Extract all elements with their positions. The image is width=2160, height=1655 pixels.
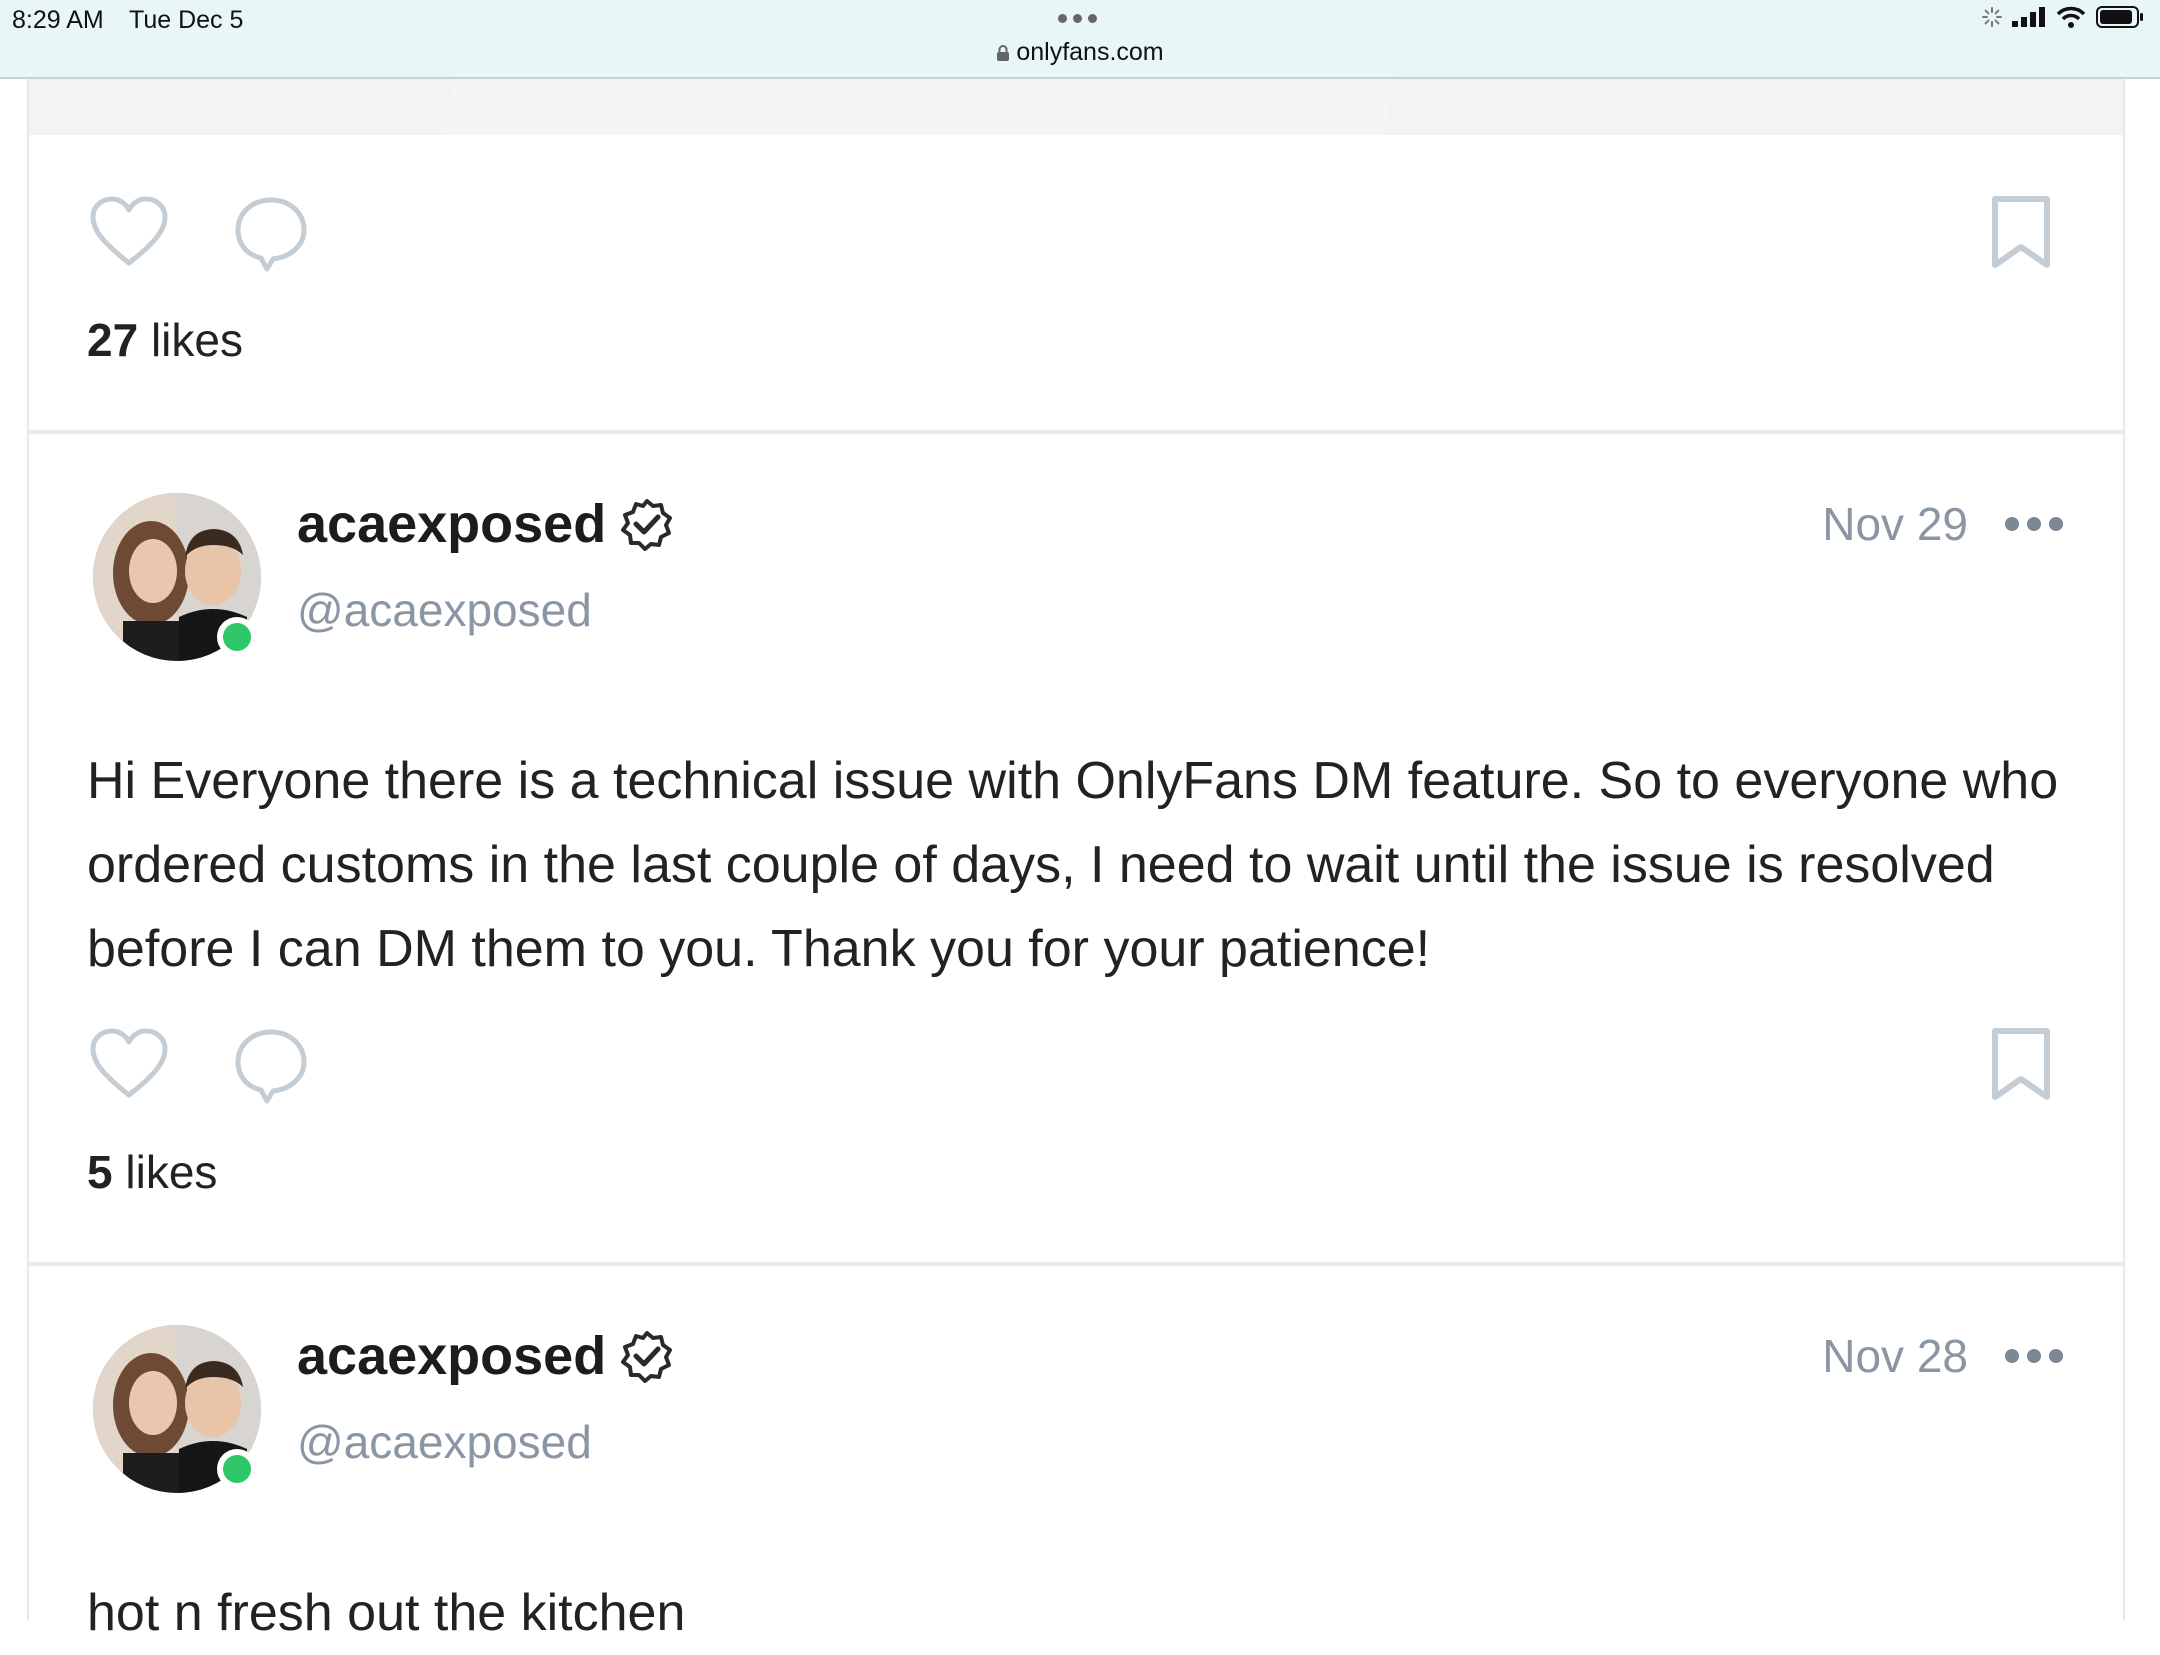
post-text: hot n fresh out the kitchen <box>87 1584 686 1642</box>
display-name-row[interactable]: acaexposed <box>297 1325 674 1387</box>
post-header: acaexposed @acaexposed Nov 28 <box>29 1325 2123 1505</box>
lock-icon <box>996 40 1010 69</box>
post-media[interactable] <box>29 79 2123 135</box>
status-indicators <box>1982 6 2144 28</box>
status-time: 8:29 AM <box>12 6 104 34</box>
post-header: acaexposed @acaexposed Nov 29 <box>29 493 2123 673</box>
likes-count[interactable]: 27 likes <box>87 313 243 367</box>
url-text: onlyfans.com <box>1016 38 1164 66</box>
likes-number: 27 <box>87 314 139 366</box>
post-divider <box>29 430 2123 434</box>
tab-overview-dots-icon[interactable] <box>1058 14 1097 23</box>
activity-spinner-icon <box>1982 7 2002 27</box>
feed: 27 likes acaexposed @acaexposed Nov 29 H… <box>27 79 2125 1642</box>
likes-label: likes <box>150 314 243 366</box>
post-date[interactable]: Nov 28 <box>1822 1329 1968 1383</box>
status-date: Tue Dec 5 <box>129 6 244 34</box>
display-name[interactable]: acaexposed <box>297 1325 606 1387</box>
speech-bubble-icon[interactable] <box>233 1027 309 1105</box>
heart-outline-icon[interactable] <box>89 195 169 271</box>
heart-outline-icon[interactable] <box>89 1027 169 1103</box>
post-text: Hi Everyone there is a technical issue w… <box>87 752 2059 978</box>
user-handle[interactable]: @acaexposed <box>297 1415 592 1469</box>
browser-status-bar: 8:29 AM Tue Dec 5 onlyfans.com <box>0 0 2160 79</box>
speech-bubble-icon[interactable] <box>233 195 309 273</box>
online-status-dot <box>217 1449 257 1489</box>
verified-badge-icon <box>621 1331 673 1383</box>
post-divider <box>29 1262 2123 1266</box>
more-options-icon[interactable] <box>2005 1349 2063 1363</box>
verified-badge-icon <box>621 499 673 551</box>
likes-count[interactable]: 5 likes <box>87 1145 217 1199</box>
likes-label: likes <box>125 1146 218 1198</box>
likes-number: 5 <box>87 1146 113 1198</box>
user-handle[interactable]: @acaexposed <box>297 583 592 637</box>
display-name-row[interactable]: acaexposed <box>297 493 674 555</box>
wifi-icon <box>2056 6 2086 28</box>
address-bar[interactable]: onlyfans.com <box>0 38 2160 69</box>
cellular-signal-icon <box>2012 7 2045 27</box>
bookmark-icon[interactable] <box>1989 1027 2053 1103</box>
online-status-dot <box>217 617 257 657</box>
post-date[interactable]: Nov 29 <box>1822 497 1968 551</box>
battery-icon <box>2096 6 2143 28</box>
display-name[interactable]: acaexposed <box>297 493 606 555</box>
post-actions <box>29 195 2123 275</box>
more-options-icon[interactable] <box>2005 517 2063 531</box>
post-actions <box>29 1027 2123 1107</box>
bookmark-icon[interactable] <box>1989 195 2053 271</box>
